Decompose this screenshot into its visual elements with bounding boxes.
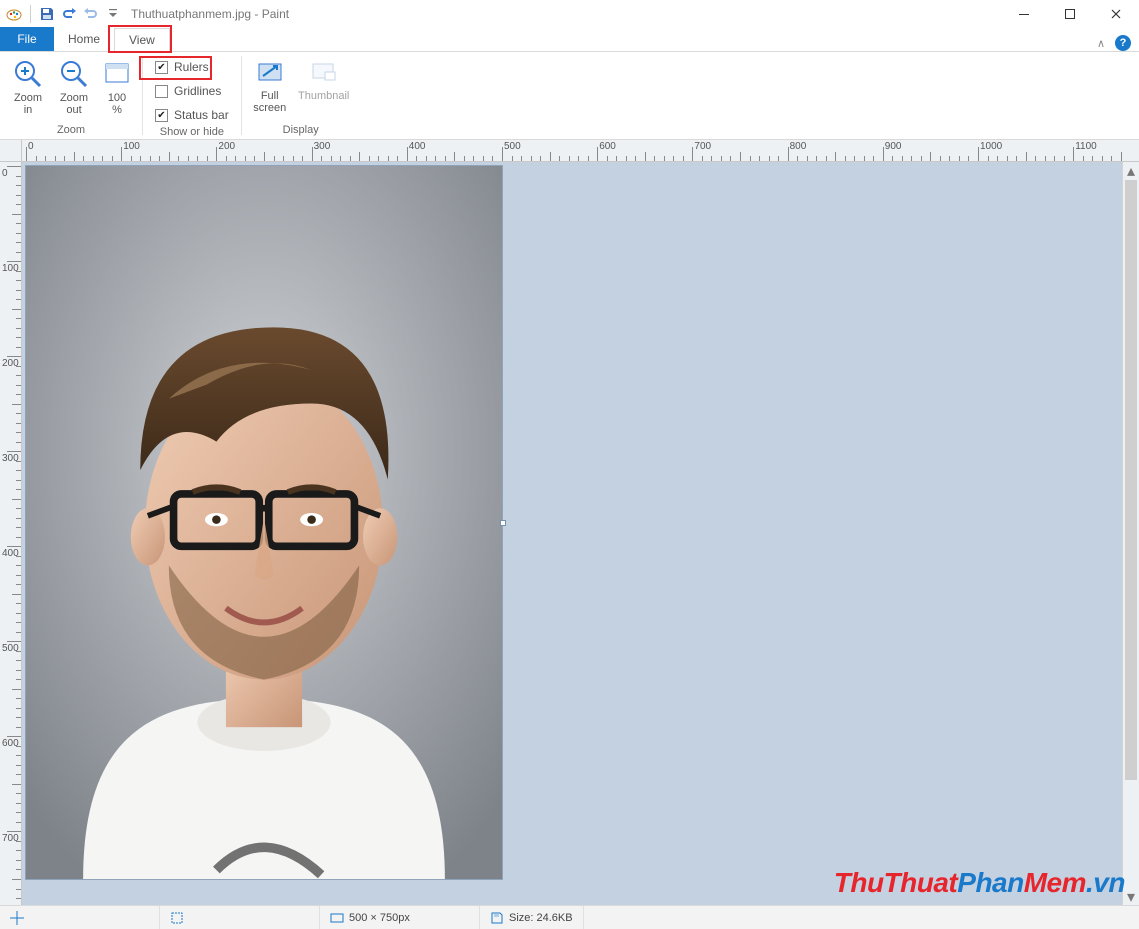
paint-app-icon: [4, 5, 24, 23]
checkbox-icon: ✔: [155, 61, 168, 74]
minimize-button[interactable]: [1001, 0, 1047, 28]
statusbar-checkbox[interactable]: ✔ Status bar: [149, 104, 235, 126]
tab-file[interactable]: File: [0, 27, 54, 51]
gridlines-checkbox[interactable]: Gridlines: [149, 80, 227, 102]
ribbon-tabs: File Home View ∧ ?: [0, 28, 1139, 52]
scroll-thumb[interactable]: [1125, 180, 1137, 780]
statusbar-label: Status bar: [174, 108, 229, 122]
rulers-checkbox[interactable]: ✔ Rulers: [149, 56, 215, 78]
resize-handle-right[interactable]: [500, 520, 506, 526]
dimensions-icon: [330, 911, 344, 925]
checkbox-icon: [155, 85, 168, 98]
window-controls: [1001, 0, 1139, 28]
zoom-in-button[interactable]: Zoom in: [6, 54, 50, 124]
file-size-text: Size: 24.6KB: [509, 912, 573, 924]
scroll-down-icon[interactable]: ▾: [1123, 888, 1139, 905]
selection-icon: [170, 911, 184, 925]
work-area: 010020030040050060070080090010001100 010…: [0, 140, 1139, 905]
zoom-in-label: Zoom in: [14, 92, 42, 116]
display-group-label: Display: [283, 124, 319, 139]
scroll-up-icon[interactable]: ▴: [1123, 162, 1139, 179]
gridlines-label: Gridlines: [174, 84, 221, 98]
status-file-size: Size: 24.6KB: [480, 906, 584, 929]
ribbon-group-zoom: Zoom in Zoom out 100 % Zoom: [0, 52, 142, 139]
canvas-viewport[interactable]: ▴ ▾: [22, 162, 1139, 905]
ribbon-group-show-hide: ✔ Rulers Gridlines ✔ Status bar Show or …: [143, 52, 241, 139]
collapse-ribbon-icon[interactable]: ∧: [1097, 37, 1105, 50]
tab-view[interactable]: View: [114, 28, 170, 52]
ribbon: Zoom in Zoom out 100 % Zoom ✔ Rulers Gri…: [0, 52, 1139, 140]
thumbnail-label: Thumbnail: [298, 90, 349, 102]
maximize-button[interactable]: [1047, 0, 1093, 28]
status-canvas-dimensions: 500 × 750px: [320, 906, 480, 929]
checkbox-icon: ✔: [155, 109, 168, 122]
quick-access-toolbar: [0, 4, 123, 24]
zoom-out-button[interactable]: Zoom out: [52, 54, 96, 124]
zoom-out-label: Zoom out: [60, 92, 88, 116]
show-hide-group-label: Show or hide: [160, 126, 224, 141]
status-cursor-position: [0, 906, 160, 929]
undo-icon[interactable]: [59, 4, 79, 24]
watermark: ThuThuatPhanMem.vn: [834, 867, 1125, 899]
zoom-100-label: 100 %: [108, 92, 126, 116]
redo-icon[interactable]: [81, 4, 101, 24]
full-screen-label: Full screen: [253, 90, 286, 114]
save-icon[interactable]: [37, 4, 57, 24]
tab-home[interactable]: Home: [54, 27, 114, 51]
vertical-scrollbar[interactable]: ▴ ▾: [1122, 162, 1139, 905]
title-bar: Thuthuatphanmem.jpg - Paint: [0, 0, 1139, 28]
vertical-ruler: 0100200300400500600700800: [0, 162, 22, 905]
zoom-group-label: Zoom: [57, 124, 85, 139]
window-title: Thuthuatphanmem.jpg - Paint: [131, 7, 289, 21]
disk-icon: [490, 911, 504, 925]
canvas-dims-text: 500 × 750px: [349, 912, 410, 924]
qat-customize-icon[interactable]: [103, 4, 123, 24]
image-canvas[interactable]: [26, 166, 502, 879]
crosshair-icon: [10, 911, 24, 925]
close-button[interactable]: [1093, 0, 1139, 28]
ruler-corner: [0, 140, 22, 162]
rulers-label: Rulers: [174, 60, 209, 74]
ribbon-group-display: Full screen Thumbnail Display: [242, 52, 360, 139]
portrait-photo: [26, 166, 502, 879]
status-bar: 500 × 750px Size: 24.6KB: [0, 905, 1139, 929]
horizontal-ruler: 010020030040050060070080090010001100: [22, 140, 1139, 162]
status-selection-size: [160, 906, 320, 929]
help-icon[interactable]: ?: [1115, 35, 1131, 51]
full-screen-button[interactable]: Full screen: [248, 54, 292, 124]
zoom-100-button[interactable]: 100 %: [98, 54, 136, 124]
thumbnail-button[interactable]: Thumbnail: [294, 54, 354, 124]
